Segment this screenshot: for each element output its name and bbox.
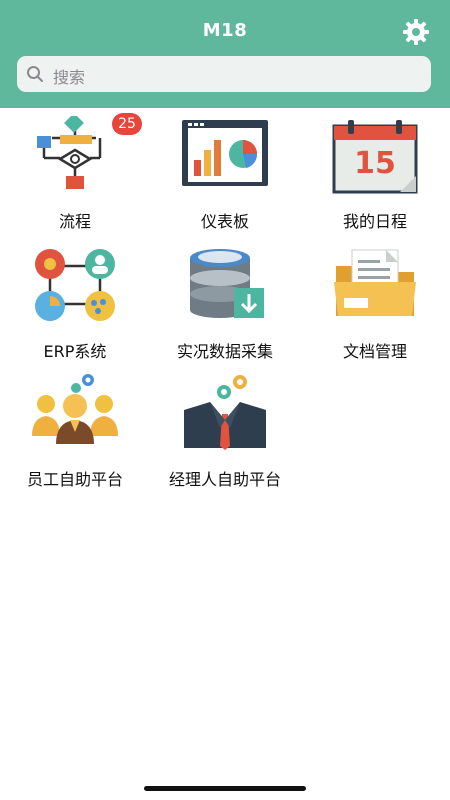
- app-tile-manager-self-service[interactable]: 经理人自助平台: [150, 368, 300, 496]
- gear-icon[interactable]: [402, 18, 430, 46]
- app-label: ERP系统: [43, 342, 107, 361]
- folder-documents-icon: [334, 249, 416, 316]
- notification-badge: 25: [112, 113, 142, 135]
- page-title: M18: [202, 20, 248, 41]
- search-placeholder: 搜索: [53, 68, 86, 87]
- dashboard-icon: [182, 120, 268, 186]
- app-label: 仪表板: [200, 212, 249, 231]
- app-label: 员工自助平台: [26, 470, 123, 489]
- app-tile-documents[interactable]: 文档管理: [300, 240, 450, 368]
- app-label: 我的日程: [342, 212, 407, 231]
- app-tile-data-collection[interactable]: 实况数据采集: [150, 240, 300, 368]
- app-tile-schedule[interactable]: 15 我的日程: [300, 110, 450, 238]
- app-label: 实况数据采集: [176, 342, 273, 361]
- app-label: 流程: [58, 212, 91, 231]
- app-tile-dashboard[interactable]: 仪表板: [150, 110, 300, 238]
- search-input[interactable]: 搜索: [17, 56, 431, 92]
- calendar-icon: 15: [332, 120, 418, 194]
- employee-team-icon: [32, 374, 118, 444]
- calendar-day: 15: [354, 146, 396, 181]
- home-indicator[interactable]: [144, 786, 306, 791]
- app-header: M18 搜索: [0, 0, 450, 108]
- database-download-icon: [190, 249, 264, 318]
- app-tile-employee-self-service[interactable]: 员工自助平台: [0, 368, 150, 496]
- search-icon: [27, 66, 43, 82]
- erp-network-icon: [35, 249, 115, 321]
- flowchart-icon: [37, 116, 102, 189]
- app-label: 文档管理: [342, 342, 407, 361]
- app-tile-erp[interactable]: ERP系统: [0, 240, 150, 368]
- manager-icon: [184, 375, 266, 450]
- app-label: 经理人自助平台: [168, 470, 281, 489]
